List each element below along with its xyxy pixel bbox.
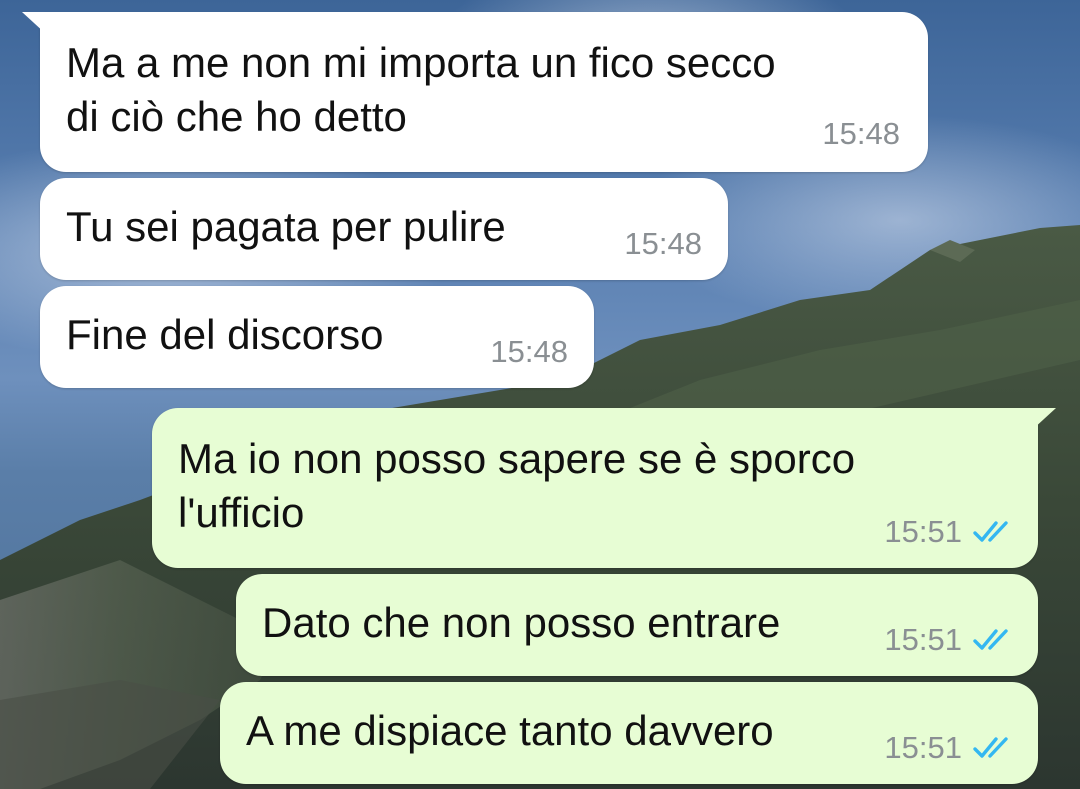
message-meta: 15:51 [884, 622, 1016, 658]
double-check-icon [973, 737, 1008, 758]
message-bubble-incoming[interactable]: Tu sei pagata per pulire 15:48 [40, 178, 728, 280]
message-meta: 15:48 [624, 226, 702, 262]
message-timestamp: 15:51 [884, 730, 962, 765]
message-line: Tu sei pagata per pulire [66, 203, 506, 250]
message-line: Ma a me non mi importa un fico secco [66, 39, 776, 86]
message-line: Fine del discorso [66, 311, 384, 358]
message-timestamp: 15:48 [822, 116, 900, 151]
message-bubble-incoming[interactable]: Ma a me non mi importa un fico secco di … [22, 12, 928, 172]
message-timestamp: 15:51 [884, 622, 962, 657]
message-meta: 15:48 [490, 334, 568, 370]
message-line: Ma io non posso sapere se è sporco [178, 435, 856, 482]
message-text: Ma a me non mi importa un fico secco di … [66, 36, 776, 144]
message-line: di ciò che ho detto [66, 93, 407, 140]
message-line: A me dispiace tanto davvero [246, 707, 774, 754]
message-text: Dato che non posso entrare [262, 596, 780, 650]
message-meta: 15:51 [884, 730, 1016, 766]
message-line: l'ufficio [178, 489, 305, 536]
message-meta: 15:48 [822, 116, 900, 152]
message-timestamp: 15:51 [884, 514, 962, 549]
double-check-icon [973, 521, 1008, 542]
message-line: Dato che non posso entrare [262, 599, 781, 646]
message-bubble-outgoing[interactable]: Dato che non posso entrare 15:51 [236, 574, 1038, 676]
message-bubble-outgoing[interactable]: Ma io non posso sapere se è sporco l'uff… [152, 408, 1056, 568]
bubble-tail [1032, 408, 1056, 430]
message-meta: 15:51 [884, 514, 1016, 550]
message-timestamp: 15:48 [490, 334, 568, 369]
message-text: Ma io non posso sapere se è sporco l'uff… [178, 432, 855, 540]
message-timestamp: 15:48 [624, 226, 702, 261]
message-bubble-incoming[interactable]: Fine del discorso 15:48 [40, 286, 594, 388]
message-text: Tu sei pagata per pulire [66, 200, 506, 254]
bubble-tail [22, 12, 46, 34]
message-text: A me dispiace tanto davvero [246, 704, 774, 758]
double-check-icon [973, 629, 1008, 650]
message-text: Fine del discorso [66, 308, 383, 362]
chat-view[interactable]: Ma a me non mi importa un fico secco di … [0, 0, 1080, 789]
message-bubble-outgoing[interactable]: A me dispiace tanto davvero 15:51 [220, 682, 1038, 784]
